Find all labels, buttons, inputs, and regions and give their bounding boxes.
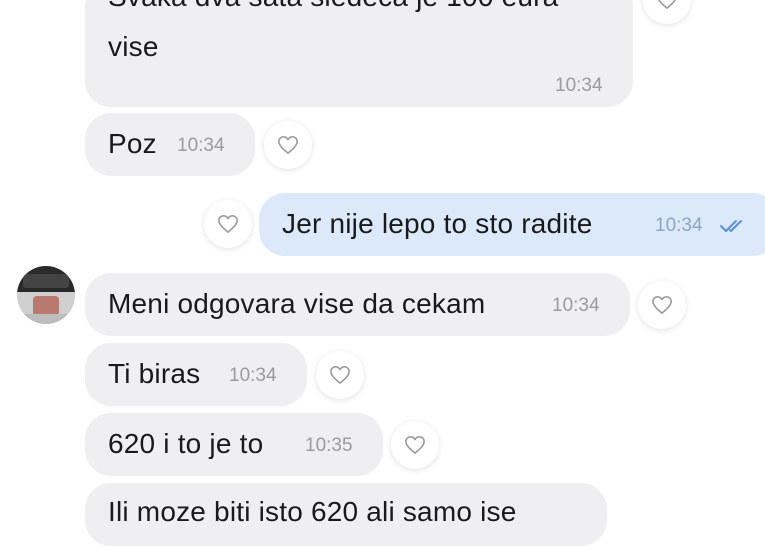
message-text: Ti biras bbox=[108, 358, 201, 389]
message-bubble-outgoing[interactable]: Jer nije lepo to sto radite 10:34 bbox=[259, 193, 765, 256]
heart-outline-icon bbox=[330, 366, 350, 384]
message-bubble-incoming[interactable]: Meni odgovara vise da cekam 10:34 bbox=[85, 273, 630, 336]
message-bubble-incoming[interactable]: Poz 10:34 bbox=[85, 113, 255, 176]
message-bubble-incoming[interactable]: Ili moze biti isto 620 ali samo ise bbox=[85, 483, 607, 546]
reaction-heart-button[interactable] bbox=[264, 121, 312, 169]
heart-outline-icon bbox=[652, 296, 672, 314]
message-time: 10:34 bbox=[229, 365, 277, 386]
message-time: 10:34 bbox=[177, 135, 225, 156]
message-time: 10:34 bbox=[555, 75, 603, 96]
heart-outline-icon bbox=[405, 436, 425, 454]
avatar[interactable] bbox=[17, 266, 75, 324]
message-text: 620 i to je to bbox=[108, 428, 264, 459]
message-time: 10:34 bbox=[655, 215, 703, 236]
avatar-image bbox=[17, 266, 75, 324]
reaction-heart-button[interactable] bbox=[204, 200, 252, 248]
double-check-icon bbox=[720, 220, 742, 232]
reaction-heart-button[interactable] bbox=[316, 351, 364, 399]
heart-outline-icon bbox=[218, 215, 238, 233]
message-text: Svaka dva sata sledeca je 100 eura bbox=[108, 0, 558, 13]
message-bubble-incoming[interactable]: 620 i to je to 10:35 bbox=[85, 413, 383, 476]
message-text: Meni odgovara vise da cekam bbox=[108, 288, 486, 319]
reaction-heart-button[interactable] bbox=[638, 281, 686, 329]
reaction-heart-button[interactable] bbox=[643, 0, 691, 24]
message-bubble-incoming[interactable]: Svaka dva sata sledeca je 100 eura vise … bbox=[85, 0, 633, 107]
reaction-heart-button[interactable] bbox=[391, 421, 439, 469]
message-text: Jer nije lepo to sto radite bbox=[282, 208, 593, 239]
message-time: 10:35 bbox=[305, 435, 353, 456]
heart-outline-icon bbox=[658, 0, 676, 9]
message-text: vise bbox=[108, 31, 159, 62]
message-time: 10:34 bbox=[552, 295, 600, 316]
heart-outline-icon bbox=[278, 136, 298, 154]
message-bubble-incoming[interactable]: Ti biras 10:34 bbox=[85, 343, 307, 406]
message-text: Ili moze biti isto 620 ali samo ise bbox=[108, 496, 517, 527]
message-text: Poz bbox=[108, 128, 157, 159]
